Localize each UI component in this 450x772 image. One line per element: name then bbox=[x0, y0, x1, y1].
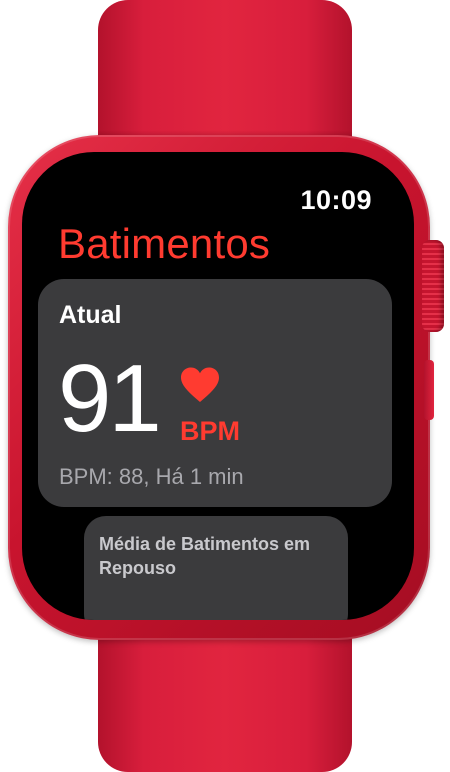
page-title: Batimentos bbox=[58, 220, 271, 267]
watch-screen: 10:09 Batimentos Atual 91 BPM BPM: 88, H… bbox=[22, 152, 414, 620]
heart-icon bbox=[181, 367, 219, 402]
heart-rate-unit: BPM bbox=[180, 416, 240, 446]
current-heart-rate-card[interactable]: Atual 91 BPM BPM: 88, Há 1 min bbox=[38, 279, 392, 507]
heart-rate-detail: BPM: 88, Há 1 min bbox=[59, 464, 244, 489]
watch-band-top bbox=[98, 0, 352, 150]
resting-heart-rate-card[interactable]: Média de Batimentos em Repouso bbox=[84, 516, 348, 620]
digital-crown[interactable] bbox=[422, 240, 444, 332]
status-time: 10:09 bbox=[300, 185, 372, 215]
current-card-label: Atual bbox=[59, 301, 122, 329]
resting-card-label: Média de Batimentos em Repouso bbox=[99, 534, 311, 578]
watch-band-bottom bbox=[98, 620, 352, 772]
heart-rate-value: 91 bbox=[58, 345, 162, 452]
side-button[interactable] bbox=[424, 360, 434, 420]
